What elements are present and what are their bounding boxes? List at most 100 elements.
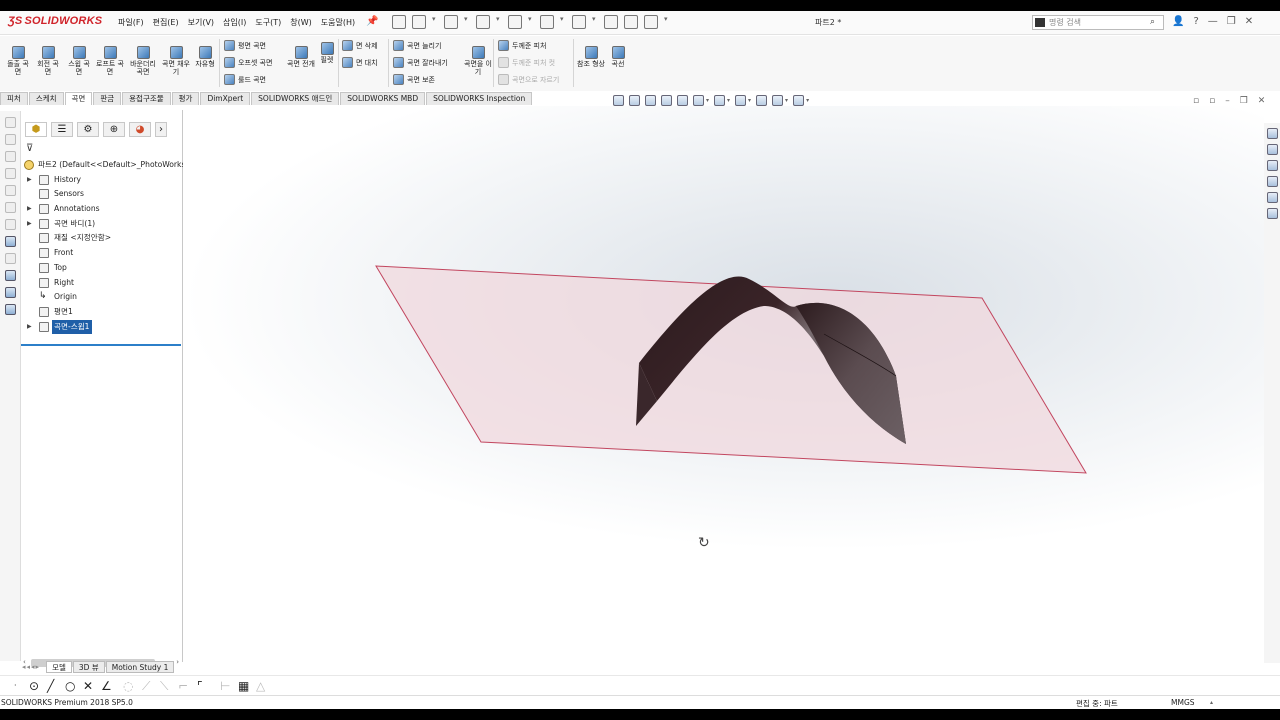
delete-face-button[interactable]: 면 삭제 — [342, 40, 378, 51]
tree-item-front-plane[interactable]: Front — [21, 246, 183, 261]
expand-arrow-icon[interactable]: ▶ — [27, 202, 32, 216]
fillet-sketch-icon[interactable]: ⌐ — [178, 679, 188, 693]
solidworks-resources-icon[interactable] — [1267, 128, 1278, 139]
menu-tools[interactable]: 도구(T) — [255, 17, 281, 28]
filter-icon[interactable]: ⊽ — [26, 143, 33, 154]
tab-model[interactable]: 모델 — [46, 661, 72, 673]
surface-flatten-button[interactable]: 곡면 전개 — [287, 46, 315, 68]
filled-surface-button[interactable]: 곡면 채우기 — [162, 46, 190, 76]
graphics-area[interactable]: ↻ — [184, 106, 1264, 661]
boundary-surface-button[interactable]: 바운더리 곡면 — [127, 46, 159, 76]
unit-system[interactable]: MMGS — [1171, 698, 1195, 707]
replace-face-button[interactable]: 면 대치 — [342, 57, 378, 68]
cut-with-surface-button[interactable]: 곡면으로 자르기 — [498, 74, 559, 85]
tab-scroll-arrows-icon[interactable]: ◂◂◂▸ — [22, 663, 40, 671]
smart-dimension-icon[interactable]: ∠ — [101, 679, 112, 693]
chevron-up-icon[interactable]: ▴ — [1210, 699, 1213, 706]
feature-manager-tab-icon[interactable]: ⬢ — [25, 122, 47, 137]
previous-view-icon[interactable] — [645, 95, 656, 106]
tree-item-surface-sweep1[interactable]: ▶ 곡면-스윕1 — [21, 319, 183, 335]
tool-icon[interactable] — [5, 151, 16, 162]
tab-motion-study[interactable]: Motion Study 1 — [105, 661, 175, 673]
tree-item-surface-bodies[interactable]: ▶ 곡면 바디(1) — [21, 217, 183, 232]
menu-insert[interactable]: 삽입(I) — [223, 17, 246, 28]
tool-icon[interactable] — [5, 185, 16, 196]
dimxpert-manager-tab-icon[interactable]: ⊕ — [103, 122, 125, 137]
tab-sketch[interactable]: 스케치 — [28, 92, 64, 105]
view-settings-icon[interactable] — [793, 95, 805, 106]
chevron-down-icon[interactable]: ▾ — [785, 97, 788, 104]
tree-item-sensors[interactable]: Sensors — [21, 187, 183, 202]
freeform-button[interactable]: 자유형 — [193, 46, 217, 68]
display-style-icon[interactable] — [714, 95, 726, 106]
options-gear-icon[interactable] — [644, 15, 658, 29]
new-document-icon[interactable] — [412, 15, 426, 29]
appearances-icon[interactable] — [1267, 192, 1278, 203]
restore-icon[interactable]: ❐ — [1240, 96, 1248, 106]
offset-entities-icon[interactable]: ⟋ — [142, 679, 150, 694]
tab-evaluate[interactable]: 평가 — [171, 92, 200, 105]
hide-show-items-icon[interactable] — [735, 95, 747, 106]
convert-entities-icon[interactable]: ◌ — [123, 679, 133, 693]
expand-arrow-icon[interactable]: ▶ — [27, 173, 32, 187]
circle-icon[interactable]: ⊙ — [29, 679, 39, 693]
edit-appearance-icon[interactable] — [756, 95, 768, 106]
tree-item-material[interactable]: 재질 <지정안함> — [21, 231, 183, 246]
scroll-right-icon[interactable]: › — [176, 658, 179, 666]
expand-arrow-icon[interactable]: ▶ — [27, 217, 32, 231]
minimize-icon[interactable]: — — [1208, 16, 1218, 27]
tab-weldments[interactable]: 용접구조물 — [122, 92, 171, 105]
chevron-down-icon[interactable]: ▾ — [592, 15, 598, 29]
command-search-input[interactable]: 명령 검색 ⌕ — [1032, 15, 1164, 30]
file-explorer-icon[interactable] — [1267, 160, 1278, 171]
construction-geometry-icon[interactable]: ⌜ — [197, 679, 203, 693]
property-manager-tab-icon[interactable]: ☰ — [51, 122, 73, 137]
tree-item-plane1[interactable]: 평면1 — [21, 305, 183, 320]
tab-features[interactable]: 피처 — [0, 92, 28, 105]
menu-help[interactable]: 도움말(H) — [321, 17, 355, 28]
thicken-button[interactable]: 두께준 피처 — [498, 40, 546, 51]
tool-icon[interactable] — [5, 117, 16, 128]
tree-root-part[interactable]: 파트2 (Default<<Default>_PhotoWorks — [21, 158, 183, 173]
tree-item-history[interactable]: ▶ History — [21, 173, 183, 188]
tool-icon[interactable] — [5, 219, 16, 230]
cascade-icon[interactable]: ▫ — [1209, 96, 1215, 106]
home-icon[interactable] — [392, 15, 406, 29]
dynamic-annotation-icon[interactable] — [677, 95, 688, 106]
apply-scene-icon[interactable] — [772, 95, 784, 106]
tree-item-top-plane[interactable]: Top — [21, 261, 183, 276]
tool-icon[interactable] — [5, 304, 16, 315]
curves-button[interactable]: 곡선 — [607, 46, 629, 68]
mirror-entities-icon[interactable]: ⟍ — [160, 679, 168, 694]
tab-addins[interactable]: SOLIDWORKS 애드인 — [251, 92, 340, 105]
close-icon[interactable]: ✕ — [1258, 96, 1266, 106]
traffic-light-icon[interactable] — [604, 15, 618, 29]
tool-icon[interactable] — [5, 168, 16, 179]
tool-icon[interactable] — [5, 134, 16, 145]
custom-properties-icon[interactable] — [1267, 208, 1278, 219]
ruled-surface-button[interactable]: 룰드 곡면 — [224, 74, 266, 85]
solidworks-logo[interactable]: ƷS SOLIDWORKS — [8, 15, 102, 27]
line-icon[interactable]: ╱ — [47, 679, 54, 693]
more-tabs-chevron-icon[interactable]: › — [155, 122, 167, 137]
rollback-bar[interactable] — [21, 344, 181, 346]
chevron-down-icon[interactable]: ▾ — [528, 15, 534, 29]
knit-surface-button[interactable]: 곡면을 이기 — [463, 46, 493, 76]
circle-outline-icon[interactable]: ○ — [65, 679, 75, 693]
chevron-down-icon[interactable]: ▾ — [432, 15, 438, 29]
chevron-down-icon[interactable]: ▾ — [727, 97, 730, 104]
tile-icon[interactable]: ▫ — [1193, 96, 1199, 106]
undo-icon[interactable] — [540, 15, 554, 29]
display-manager-tab-icon[interactable]: ◕ — [129, 122, 151, 137]
grid-icon[interactable]: ▦ — [238, 679, 249, 693]
chevron-down-icon[interactable]: ▾ — [706, 97, 709, 104]
tab-inspection[interactable]: SOLIDWORKS Inspection — [426, 92, 533, 105]
help-icon[interactable]: ? — [1193, 16, 1198, 27]
tool-icon[interactable] — [5, 287, 16, 298]
design-library-icon[interactable] — [1267, 144, 1278, 155]
reference-geometry-button[interactable]: 참조 형상 — [577, 46, 605, 68]
menu-file[interactable]: 파일(F) — [118, 17, 144, 28]
lofted-surface-button[interactable]: 로프트 곡면 — [96, 46, 124, 76]
zoom-to-fit-icon[interactable] — [613, 95, 624, 106]
print-icon[interactable] — [508, 15, 522, 29]
